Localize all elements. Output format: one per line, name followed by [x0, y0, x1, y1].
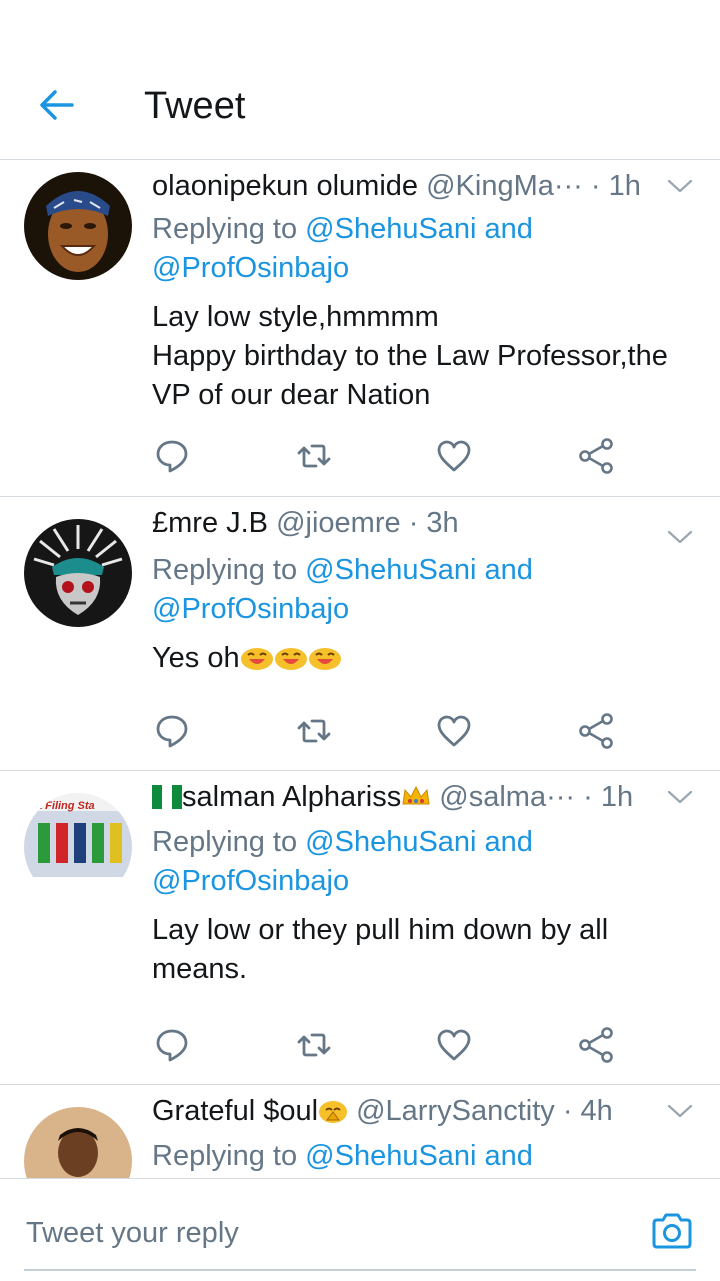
retweet-icon[interactable] [294, 1025, 334, 1065]
mention-link[interactable]: @ShehuSani and [305, 826, 533, 858]
replying-to-label: Replying to [152, 554, 306, 586]
share-icon[interactable] [576, 711, 616, 751]
tweet-text: Lay low or they pull him down by all mea… [152, 911, 692, 989]
tweet-text: Yes oh [152, 639, 692, 678]
replying-to-label: Replying to [152, 826, 306, 858]
nigeria-flag-emoji [152, 785, 182, 809]
avatar[interactable] [24, 172, 132, 280]
avatar[interactable] [24, 519, 132, 627]
mention-link[interactable]: @ProfOsinbajo [152, 593, 349, 625]
avatar[interactable] [24, 1107, 132, 1178]
avatar[interactable]: a Filing Sta [24, 793, 132, 901]
reply-tweet[interactable]: £mre J.B @jioemre · 3h Replying to @Sheh… [0, 497, 720, 771]
share-icon[interactable] [576, 1025, 616, 1065]
reply-icon[interactable] [152, 1025, 192, 1065]
retweet-icon[interactable] [294, 436, 334, 476]
retweet-icon[interactable] [294, 711, 334, 751]
replying-to: Replying to @ShehuSani and @ProfOsinbajo [152, 210, 692, 288]
tweet-text-line: Lay low style,hmmmm [152, 301, 439, 333]
mention-link[interactable]: @ProfOsinbajo [152, 252, 349, 284]
reply-icon[interactable] [152, 711, 192, 751]
smiling-face-emoji [274, 648, 307, 670]
reply-icon[interactable] [152, 436, 192, 476]
page-title: Tweet [144, 85, 246, 127]
replying-to-label: Replying to [152, 213, 306, 245]
chevron-down-icon[interactable] [666, 529, 694, 545]
reply-tweet[interactable]: a Filing Sta salman Alphariss @salma··· … [0, 771, 720, 1085]
tweet-header: salman Alphariss @salma··· · 1h [152, 777, 662, 817]
avatar-logo-text: a Filing Sta [36, 800, 95, 812]
tweet-time: · 3h [408, 507, 459, 539]
mention-link[interactable]: @ShehuSani and [305, 1140, 533, 1172]
back-arrow-icon[interactable] [36, 84, 78, 126]
smiling-face-emoji [308, 648, 341, 670]
praying-hands-emoji [319, 1101, 348, 1123]
tweet-text-line: means. [152, 953, 248, 985]
reply-composer [0, 1178, 720, 1281]
reply-input[interactable] [24, 1209, 628, 1257]
display-name[interactable]: olaonipekun olumide [152, 170, 418, 202]
display-name[interactable]: salman Alphariss [182, 781, 401, 813]
share-icon[interactable] [576, 436, 616, 476]
chevron-down-icon[interactable] [666, 1103, 694, 1119]
tweet-text-line: VP of our dear Nation [152, 379, 431, 411]
tweet-text-line: Lay low or they pull him down by all [152, 914, 609, 946]
top-bar: Tweet [0, 0, 720, 160]
tweet-header: olaonipekun olumide @KingMa··· · 1h [152, 166, 662, 206]
input-underline [24, 1269, 696, 1271]
user-handle[interactable]: @salma··· [439, 781, 575, 813]
mention-link[interactable]: @ProfOsinbajo [152, 865, 349, 897]
like-heart-icon[interactable] [434, 1025, 474, 1065]
replying-to: Replying to @ShehuSani and @ProfOsinbajo [152, 551, 692, 629]
crown-emoji [402, 785, 430, 805]
tweet-text: Lay low style,hmmmm Happy birthday to th… [152, 298, 692, 415]
smiling-face-emoji [240, 648, 273, 670]
tweet-text-line: Happy birthday to the Law Professor,the [152, 340, 668, 372]
mention-link[interactable]: @ShehuSani and [305, 213, 533, 245]
replying-to: Replying to @ShehuSani and [152, 1137, 692, 1176]
tweet-header: Grateful $oul @LarrySanctity · 4h [152, 1091, 662, 1131]
tweet-time: · 1h [590, 170, 641, 202]
camera-icon[interactable] [650, 1211, 694, 1251]
chevron-down-icon[interactable] [666, 789, 694, 805]
display-name[interactable]: £mre J.B [152, 507, 268, 539]
display-name[interactable]: Grateful $oul [152, 1095, 318, 1127]
user-handle[interactable]: @KingMa··· [426, 170, 583, 202]
reply-tweet[interactable]: Grateful $oul @LarrySanctity · 4h Replyi… [0, 1085, 720, 1178]
user-handle[interactable]: @jioemre [276, 507, 401, 539]
replying-to-label: Replying to [152, 1140, 306, 1172]
replies-feed[interactable]: olaonipekun olumide @KingMa··· · 1h Repl… [0, 160, 720, 1178]
chevron-down-icon[interactable] [666, 178, 694, 194]
tweet-header: £mre J.B @jioemre · 3h [152, 503, 662, 543]
like-heart-icon[interactable] [434, 711, 474, 751]
reply-tweet[interactable]: olaonipekun olumide @KingMa··· · 1h Repl… [0, 160, 720, 497]
replying-to: Replying to @ShehuSani and @ProfOsinbajo [152, 823, 692, 901]
tweet-text-line: Yes oh [152, 642, 240, 674]
tweet-time: · 1h [583, 781, 634, 813]
like-heart-icon[interactable] [434, 436, 474, 476]
tweet-time: · 4h [562, 1095, 613, 1127]
mention-link[interactable]: @ShehuSani and [305, 554, 533, 586]
user-handle[interactable]: @LarrySanctity [356, 1095, 555, 1127]
